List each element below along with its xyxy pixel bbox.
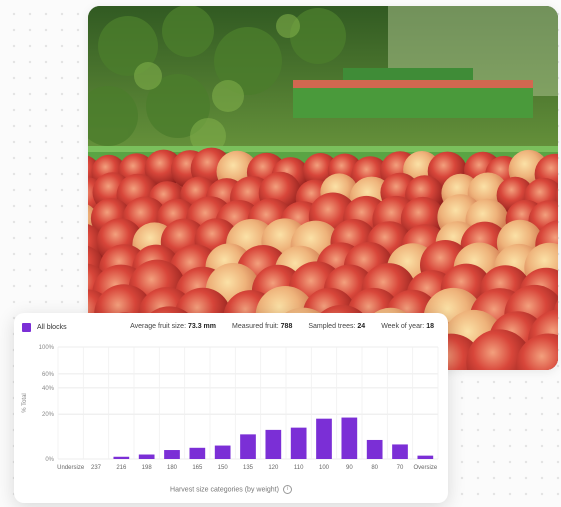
stat-average-fruit-size: Average fruit size: 73.3 mm — [130, 323, 217, 330]
x-tick-label: Oversize — [413, 465, 437, 471]
bar-90[interactable] — [341, 417, 358, 459]
x-tick-label: 198 — [142, 465, 153, 471]
x-axis-title: Harvest size categories (by weight) i — [14, 485, 448, 494]
bar-165[interactable] — [189, 447, 206, 459]
stat-measured-fruit: Measured fruit: 788 — [232, 323, 293, 330]
y-tick-label: 60% — [42, 372, 55, 378]
bar-100[interactable] — [316, 418, 332, 459]
x-tick-label: 80 — [371, 465, 378, 471]
bar-120[interactable] — [265, 429, 282, 459]
x-tick-label: 237 — [91, 465, 102, 471]
bar-80[interactable] — [366, 439, 383, 459]
stat-sampled-trees: Sampled trees: 24 — [308, 323, 366, 330]
x-tick-label: 216 — [116, 465, 127, 471]
bar-216[interactable] — [113, 456, 130, 459]
x-tick-label: 70 — [397, 465, 404, 471]
bar-135[interactable] — [240, 434, 256, 459]
y-tick-label: 0% — [45, 457, 54, 463]
x-tick-label: 110 — [294, 465, 304, 471]
legend-swatch — [22, 323, 31, 332]
stat-week-of-year: Week of year: 18 — [381, 323, 434, 330]
bar-chart: 0% 20% 40% 60% 100% % Total Undersize 237 216 198… — [22, 345, 439, 471]
bar-oversize[interactable] — [417, 455, 434, 459]
x-tick-label: 150 — [218, 465, 229, 471]
bar-198[interactable] — [138, 454, 155, 459]
y-tick-label: 40% — [42, 386, 55, 392]
y-tick-label: 20% — [42, 412, 55, 418]
legend[interactable]: All blocks — [22, 323, 67, 332]
x-tick-label: 135 — [243, 465, 254, 471]
x-tick-label: 90 — [346, 465, 353, 471]
bar-150[interactable] — [214, 445, 231, 459]
y-tick-label: 100% — [39, 345, 55, 351]
bar-110[interactable] — [290, 427, 307, 459]
x-tick-label: 120 — [268, 465, 279, 471]
x-tick-label: Undersize — [57, 465, 85, 471]
x-tick-label: 165 — [192, 465, 203, 471]
legend-label: All blocks — [37, 324, 67, 331]
bar-70[interactable] — [392, 444, 408, 459]
y-axis-title: % Total — [22, 393, 28, 413]
bar-180[interactable] — [164, 450, 180, 459]
fruit-size-chart-card: All blocks Average fruit size: 73.3 mm M… — [14, 313, 448, 503]
stats-bar: Average fruit size: 73.3 mm Measured fru… — [130, 323, 434, 330]
info-icon[interactable]: i — [282, 485, 292, 494]
x-tick-label: 100 — [319, 465, 330, 471]
x-tick-label: 180 — [167, 465, 178, 471]
